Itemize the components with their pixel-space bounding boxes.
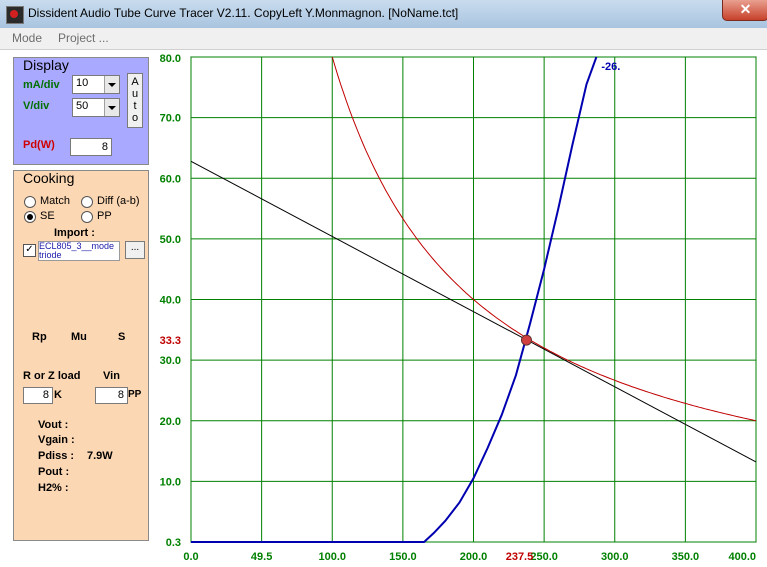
x-tick-label: 100.0 bbox=[318, 551, 346, 563]
operating-point-marker bbox=[520, 334, 532, 346]
y-tick-label: 40.0 bbox=[160, 295, 181, 307]
x-tick-label: 350.0 bbox=[672, 551, 700, 563]
y-tick-label: 10.0 bbox=[160, 476, 181, 488]
y-tick-label: 0.3 bbox=[166, 537, 181, 549]
y-tick-label: 60.0 bbox=[160, 173, 181, 185]
x-tick-label: 0.0 bbox=[183, 551, 198, 563]
y-tick-label: 20.0 bbox=[160, 416, 181, 428]
y-tick-label: 70.0 bbox=[160, 113, 181, 125]
x-tick-label: 200.0 bbox=[460, 551, 488, 563]
x-tick-label: 49.5 bbox=[251, 551, 272, 563]
x-tick-label: 250.0 bbox=[530, 551, 558, 563]
operating-point-y-label: 33.3 bbox=[160, 335, 181, 347]
x-tick-label: 400.0 bbox=[728, 551, 756, 563]
curve-plot: 0.0 49.5 100.0 150.0 200.0 250.0 300.0 350.0 400… bbox=[160, 53, 757, 563]
y-tick-label: 30.0 bbox=[160, 355, 181, 367]
x-tick-label: 300.0 bbox=[601, 551, 629, 563]
y-tick-label: 80.0 bbox=[160, 53, 181, 65]
tube-curve-label: -26. bbox=[601, 61, 620, 73]
y-tick-label: 50.0 bbox=[160, 234, 181, 246]
x-tick-label: 150.0 bbox=[389, 551, 417, 563]
operating-point-x-label: 237.5 bbox=[506, 551, 534, 563]
